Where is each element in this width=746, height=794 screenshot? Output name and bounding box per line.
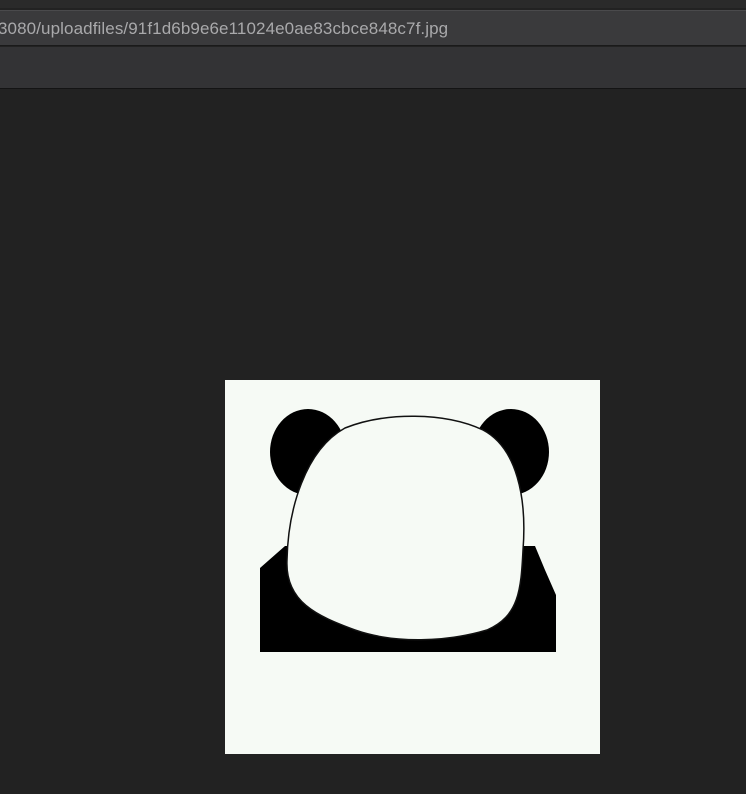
browser-toolbar (0, 47, 746, 89)
panda-face (286, 415, 525, 641)
address-bar[interactable]: 3080/uploadfiles/91f1d6b9e6e11024e0ae83c… (0, 10, 746, 46)
browser-top-strip (0, 0, 746, 8)
panda-face-illustration (260, 409, 556, 652)
displayed-image (225, 380, 600, 754)
address-url[interactable]: 3080/uploadfiles/91f1d6b9e6e11024e0ae83c… (0, 19, 448, 39)
